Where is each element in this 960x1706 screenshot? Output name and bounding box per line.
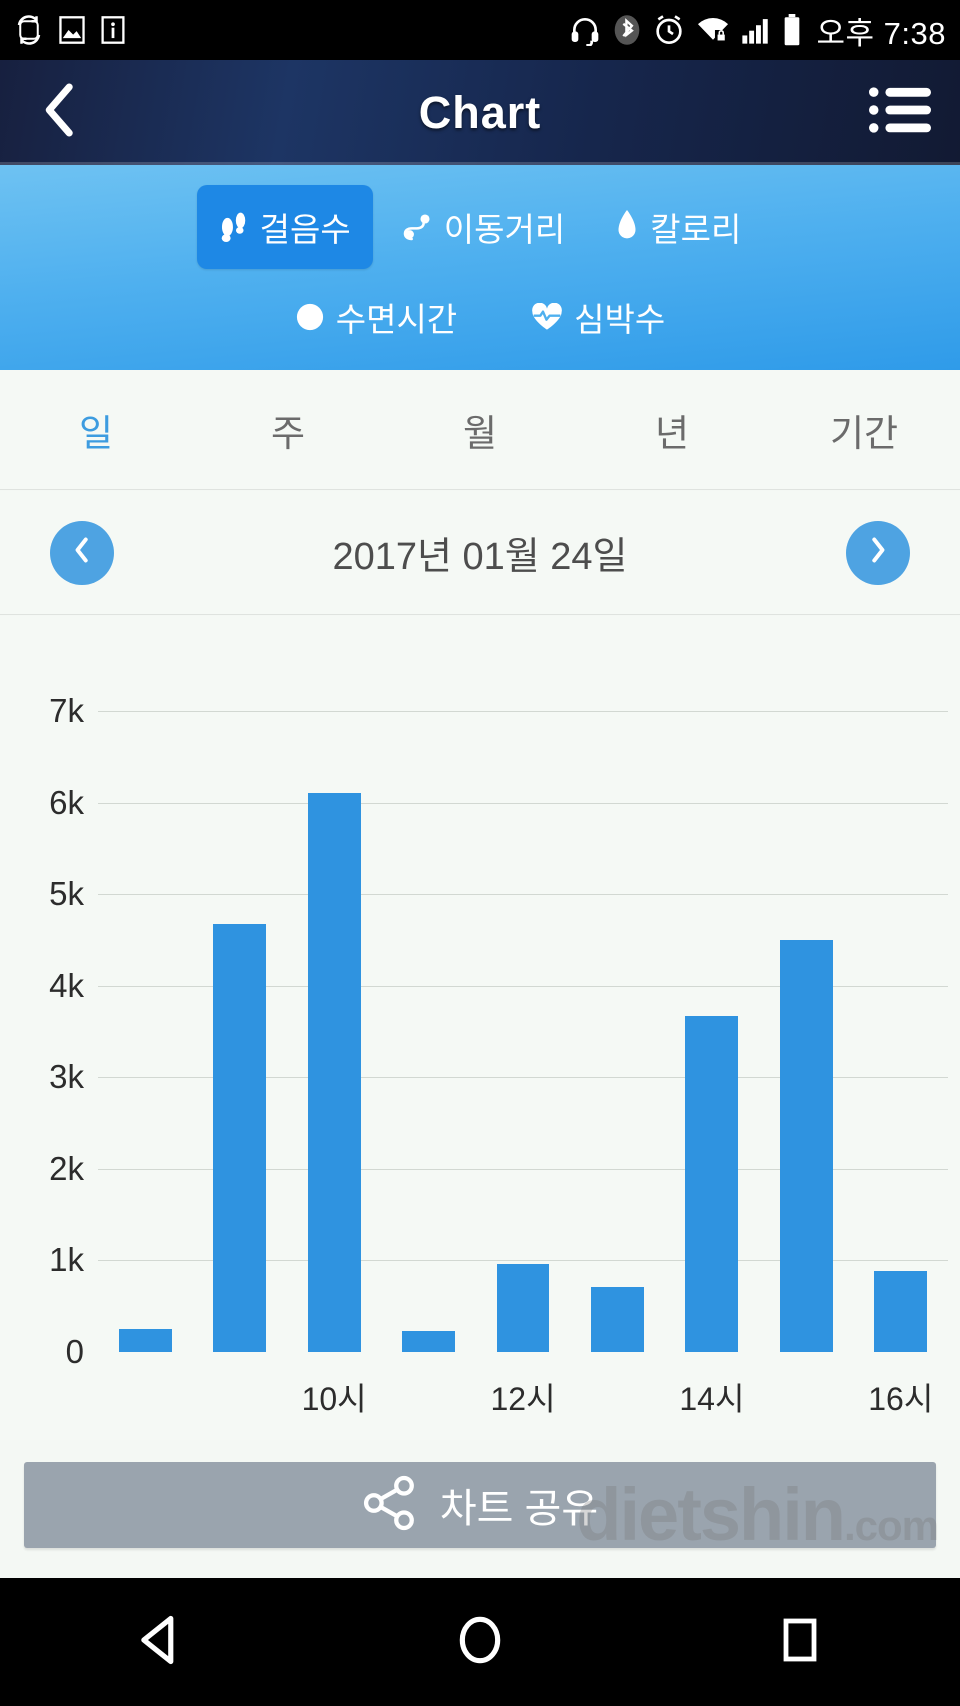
headset-icon bbox=[569, 14, 601, 46]
route-pin-icon bbox=[401, 212, 433, 242]
chart-bar[interactable] bbox=[874, 1271, 928, 1352]
chart-bar[interactable] bbox=[118, 1329, 172, 1352]
metric-tab-sleep[interactable]: 수면시간 bbox=[273, 275, 479, 359]
chart-gridline bbox=[98, 894, 948, 896]
share-chart-button[interactable]: 차트 공유 bbox=[24, 1462, 936, 1548]
chart-bar[interactable] bbox=[591, 1286, 644, 1352]
bar-chart: 7k 6k 5k 4k 3k 2k 1k 0 10시 12시 14시 16시 bbox=[0, 616, 960, 1440]
y-axis-tick-label: 7k bbox=[49, 692, 84, 729]
chart-bar[interactable] bbox=[496, 1264, 550, 1352]
status-bar-right-icons: 오후 7:38 bbox=[569, 8, 947, 53]
metric-tab-steps-label: 걸음수 bbox=[259, 211, 351, 248]
share-chart-label: 차트 공유 bbox=[439, 1487, 599, 1531]
chevron-left-icon bbox=[71, 535, 93, 570]
period-tab-range[interactable]: 기간 bbox=[768, 403, 960, 457]
period-tab-week[interactable]: 주 bbox=[192, 403, 384, 457]
square-recents-icon bbox=[774, 1614, 826, 1671]
metric-tab-calories-label: 칼로리 bbox=[650, 211, 742, 248]
metric-tab-distance[interactable]: 이동거리 bbox=[379, 185, 587, 269]
list-menu-icon bbox=[869, 86, 931, 139]
period-tab-day[interactable]: 일 bbox=[0, 403, 192, 457]
x-axis-tick-label: 10시 bbox=[301, 1381, 367, 1417]
metric-row-secondary: 수면시간 심박수 bbox=[0, 275, 960, 359]
chart-bar[interactable] bbox=[402, 1330, 455, 1352]
metric-tab-bar: 걸음수 이동거리 칼로리 수면시간 심박수 bbox=[0, 165, 960, 370]
chart-bar[interactable] bbox=[685, 1015, 739, 1352]
android-navigation-bar bbox=[0, 1578, 960, 1706]
nav-home-button[interactable] bbox=[405, 1578, 555, 1706]
metric-tab-sleep-label: 수면시간 bbox=[335, 301, 458, 338]
metric-row-primary: 걸음수 이동거리 칼로리 bbox=[0, 185, 960, 269]
y-axis-tick-label: 0 bbox=[65, 1333, 84, 1370]
y-axis-tick-label: 1k bbox=[49, 1241, 84, 1279]
chart-gridline bbox=[98, 802, 948, 804]
date-navigator: 2017년 01월 24일 bbox=[0, 491, 960, 615]
chevron-left-icon bbox=[37, 79, 83, 146]
period-tab-month[interactable]: 월 bbox=[384, 403, 576, 457]
x-axis-tick-label: 16시 bbox=[868, 1381, 934, 1417]
nav-recents-button[interactable] bbox=[725, 1578, 875, 1706]
metric-tab-heartrate-label: 심박수 bbox=[574, 301, 666, 338]
next-date-button[interactable] bbox=[846, 520, 910, 585]
previous-date-button[interactable] bbox=[50, 520, 114, 585]
current-date-label: 2017년 01월 24일 bbox=[332, 536, 628, 578]
chevron-right-icon bbox=[867, 535, 889, 570]
signal-icon bbox=[741, 15, 771, 45]
period-tab-year[interactable]: 년 bbox=[576, 403, 768, 457]
circle-home-icon bbox=[452, 1612, 508, 1673]
share-nodes-icon bbox=[362, 1475, 418, 1536]
y-axis-tick-label: 6k bbox=[49, 783, 84, 821]
footprints-icon bbox=[219, 210, 249, 244]
chart-bar[interactable] bbox=[213, 924, 267, 1352]
x-axis-tick-label: 14시 bbox=[679, 1381, 745, 1417]
triangle-back-icon bbox=[132, 1612, 188, 1673]
back-button[interactable] bbox=[0, 60, 120, 165]
heartbeat-icon bbox=[531, 303, 563, 331]
gallery-icon bbox=[58, 15, 86, 45]
y-axis-tick-label: 3k bbox=[49, 1058, 84, 1096]
alarm-icon bbox=[653, 14, 685, 46]
status-bar: 오후 7:38 bbox=[0, 0, 960, 60]
x-axis-tick-label: 12시 bbox=[490, 1381, 556, 1417]
period-tab-bar: 일 주 월 년 기간 bbox=[0, 370, 960, 490]
y-axis-tick-label: 5k bbox=[49, 875, 84, 913]
app-icon bbox=[100, 15, 126, 45]
wifi-secure-icon bbox=[696, 15, 730, 45]
chart-gridline bbox=[98, 711, 948, 712]
bluetooth-icon bbox=[612, 14, 642, 46]
nav-back-button[interactable] bbox=[85, 1578, 235, 1706]
chart-area: 7k 6k 5k 4k 3k 2k 1k 0 10시 12시 14시 16시 bbox=[0, 616, 960, 1440]
y-axis-tick-label: 2k bbox=[49, 1149, 84, 1187]
chart-bar[interactable] bbox=[779, 939, 833, 1352]
menu-button[interactable] bbox=[840, 60, 960, 165]
battery-icon bbox=[782, 14, 802, 46]
sync-icon bbox=[14, 15, 44, 45]
status-bar-left-icons bbox=[14, 15, 126, 45]
title-bar: Chart bbox=[0, 60, 960, 165]
page-title: Chart bbox=[418, 86, 542, 138]
moon-icon bbox=[295, 302, 325, 332]
flame-icon bbox=[615, 210, 639, 244]
metric-tab-heartrate[interactable]: 심박수 bbox=[509, 275, 687, 359]
metric-tab-steps[interactable]: 걸음수 bbox=[196, 185, 373, 269]
app-screen: 오후 7:38 Chart 걸음수 이동거리 칼로리 수면시간 심박수 일 주 … bbox=[0, 0, 960, 1706]
metric-tab-calories[interactable]: 칼로리 bbox=[593, 185, 763, 269]
status-bar-clock: 오후 7:38 bbox=[816, 15, 946, 51]
y-axis-tick-label: 4k bbox=[49, 966, 84, 1004]
chart-bar[interactable] bbox=[307, 793, 361, 1352]
metric-tab-distance-label: 이동거리 bbox=[443, 211, 566, 248]
